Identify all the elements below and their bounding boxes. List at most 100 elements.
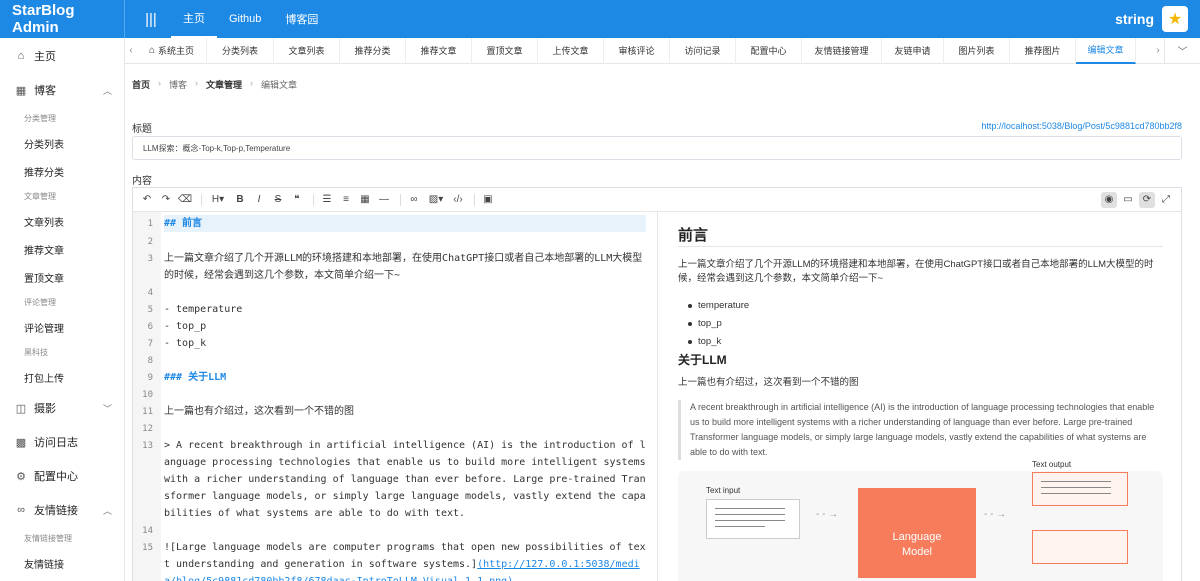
title-input[interactable]: LLM探索：概念-Top-k,Top-p,Temperature [132, 136, 1182, 160]
link-icon[interactable]: ∞ [406, 192, 422, 208]
toolbar-divider [400, 193, 401, 206]
quote-icon[interactable]: ❝ [289, 192, 305, 208]
preview-subheading: 关于LLM [678, 353, 727, 367]
fullscreen-icon[interactable]: ⤢ [1158, 192, 1174, 208]
tab-link-management[interactable]: 友情链接管理 [802, 37, 882, 64]
tab-review-comments[interactable]: 审核评论 [604, 37, 670, 64]
sidebar-item-link-list[interactable]: 友情链接 [0, 549, 124, 577]
sidebar: ⌂ 主页 ▦ 博客 ︿ 分类管理 分类列表 推荐分类 文章管理 文章列表 推荐文… [0, 38, 125, 581]
tab-link-apply[interactable]: 友链申请 [882, 37, 944, 64]
tab-system-home[interactable]: ⌂ 系统主页 [137, 37, 207, 64]
bold-icon[interactable]: B [232, 192, 248, 208]
sidebar-item-featured-category[interactable]: 推荐分类 [0, 157, 124, 185]
italic-icon[interactable]: I [251, 192, 267, 208]
unordered-list-icon[interactable]: ☰ [319, 192, 335, 208]
breadcrumb-home[interactable]: 首页 [132, 78, 150, 91]
sidebar-item-home[interactable]: ⌂ 主页 [0, 39, 124, 73]
avatar-star-icon[interactable]: ★ [1162, 6, 1188, 32]
sidebar-item-comments[interactable]: 评论管理 [0, 313, 124, 341]
sidebar-item-label: 主页 [34, 51, 56, 63]
grid-icon: ▦ [15, 84, 27, 97]
redo-icon[interactable]: ↷ [158, 192, 174, 208]
tab-config[interactable]: 配置中心 [736, 37, 802, 64]
image-text-input-label: Text input [706, 486, 741, 495]
strikethrough-icon[interactable]: S [270, 192, 286, 208]
tab-category-list[interactable]: 分类列表 [207, 37, 274, 64]
line-number: 10 [142, 390, 153, 400]
post-url-link[interactable]: http://localhost:5038/Blog/Post/5c9881cd… [981, 121, 1182, 131]
heading-icon[interactable]: H▾ [207, 192, 229, 208]
image-icon[interactable]: ▨▾ [425, 192, 447, 208]
save-icon[interactable]: ▣ [480, 192, 496, 208]
sidebar-group-label: 分类管理 [24, 113, 56, 123]
tab-post-list[interactable]: 文章列表 [274, 37, 340, 64]
menu-toggle-icon[interactable]: ||| [131, 11, 171, 28]
sidebar-group-label: 评论管理 [24, 297, 56, 307]
preview-list-item: temperature [687, 300, 750, 311]
editor-preview-pane: 前言 上一篇文章介绍了几个开源LLM的环境搭建和本地部署，在使用ChatGPT接… [658, 212, 1182, 581]
tab-pinned-post[interactable]: 置顶文章 [472, 37, 538, 64]
topnav-github[interactable]: Github [217, 0, 273, 38]
breadcrumb-separator: › [158, 78, 162, 88]
sync-scroll-icon[interactable]: ⟳ [1139, 191, 1155, 208]
tabs-scroll-left-icon[interactable]: ‹ [125, 45, 137, 56]
tab-list: ⌂ 系统主页 分类列表 文章列表 推荐分类 推荐文章 置顶文章 上传文章 审核评论… [137, 37, 1152, 64]
code-line: > A recent breakthrough in artificial in… [164, 440, 646, 519]
editor-code-pane[interactable]: 1 ## 前言 2 3 上一篇文章介绍了几个开源LLM的环境搭建和本地部署，在使… [133, 212, 658, 581]
line-number: 6 [147, 322, 153, 332]
tab-visit-records[interactable]: 访问记录 [670, 37, 736, 64]
sidebar-item-upload-package[interactable]: 打包上传 [0, 363, 124, 391]
tab-image-list[interactable]: 图片列表 [944, 37, 1010, 64]
line-number: 8 [147, 356, 153, 366]
image-model-label-1: Language [892, 531, 942, 543]
sidebar-item-pinned-post[interactable]: 置顶文章 [0, 263, 124, 291]
preview-eye-icon[interactable]: ◉ [1101, 191, 1117, 208]
toolbar-divider [201, 193, 202, 206]
app-title[interactable]: StarBlog Admin [0, 0, 125, 38]
line-number: 1 [147, 219, 153, 229]
tab-featured-image[interactable]: 推荐图片 [1010, 37, 1076, 64]
image-model-label-2: Model [902, 546, 932, 558]
tab-featured-category[interactable]: 推荐分类 [340, 37, 406, 64]
undo-icon[interactable]: ↶ [139, 192, 155, 208]
code-icon[interactable]: ‹/› [450, 192, 466, 208]
eraser-icon[interactable]: ⌫ [177, 192, 193, 208]
topnav-cnblogs[interactable]: 博客园 [273, 0, 330, 38]
arrow-right-icon: - - → [816, 509, 839, 520]
line-number: 14 [142, 526, 153, 536]
topnav-home[interactable]: 主页 [171, 0, 217, 38]
code-line: - top_p [164, 321, 207, 332]
sidebar-item-config[interactable]: ⚙ 配置中心 [0, 459, 124, 493]
preview-paragraph: 上一篇文章介绍了几个开源LLM的环境搭建和本地部署，在使用ChatGPT接口或者… [678, 259, 1154, 284]
user-menu[interactable]: string ★ [1115, 6, 1200, 32]
editor-toolbar: ↶ ↷ ⌫ H▾ B I S ❝ ☰ ≡ ▦ — ∞ ▨▾ ‹/› ▣ ◉ ▭ … [133, 188, 1181, 212]
code-line: 上一篇文章介绍了几个开源LLM的环境搭建和本地部署，在使用ChatGPT接口或者… [164, 253, 643, 281]
tabs-more-chevron-down-icon[interactable]: ﹀ [1164, 37, 1200, 64]
line-number: 3 [147, 254, 153, 264]
ordered-list-icon[interactable]: ≡ [338, 192, 354, 208]
breadcrumb-post-management[interactable]: 文章管理 [206, 78, 242, 91]
sidebar-item-blog[interactable]: ▦ 博客 ︿ [0, 73, 124, 107]
sidebar-item-category-list[interactable]: 分类列表 [0, 129, 124, 157]
sidebar-item-post-list[interactable]: 文章列表 [0, 207, 124, 235]
sidebar-group-label: 文章管理 [24, 191, 56, 201]
tab-upload-post[interactable]: 上传文章 [538, 37, 604, 64]
home-icon: ⌂ [17, 50, 25, 62]
sidebar-item-featured-post[interactable]: 推荐文章 [0, 235, 124, 263]
tabs-scroll-right-icon[interactable]: › [1152, 45, 1164, 56]
sidebar-item-visit-log[interactable]: ▩ 访问日志 [0, 425, 124, 459]
sidebar-item-links[interactable]: ∞ 友情链接 ︿ [0, 493, 124, 527]
breadcrumb: 首页 › 博客 › 文章管理 › 编辑文章 [132, 78, 297, 91]
sidebar-item-label: 友情链接 [34, 505, 78, 517]
line-number: 4 [147, 288, 153, 298]
tab-featured-post[interactable]: 推荐文章 [406, 37, 472, 64]
sidebar-item-photo[interactable]: ◫ 摄影 ﹀ [0, 391, 124, 425]
html-preview-icon[interactable]: ▭ [1120, 192, 1136, 208]
breadcrumb-blog[interactable]: 博客 [169, 78, 187, 91]
table-icon[interactable]: ▦ [357, 192, 373, 208]
user-name: string [1115, 11, 1154, 27]
tab-edit-post[interactable]: 编辑文章 [1076, 37, 1136, 64]
horizontal-rule-icon[interactable]: — [376, 192, 392, 208]
preview-list-item: top_p [688, 318, 722, 329]
preview-paragraph: 上一篇也有介绍过，这次看到一个不错的图 [678, 377, 859, 388]
